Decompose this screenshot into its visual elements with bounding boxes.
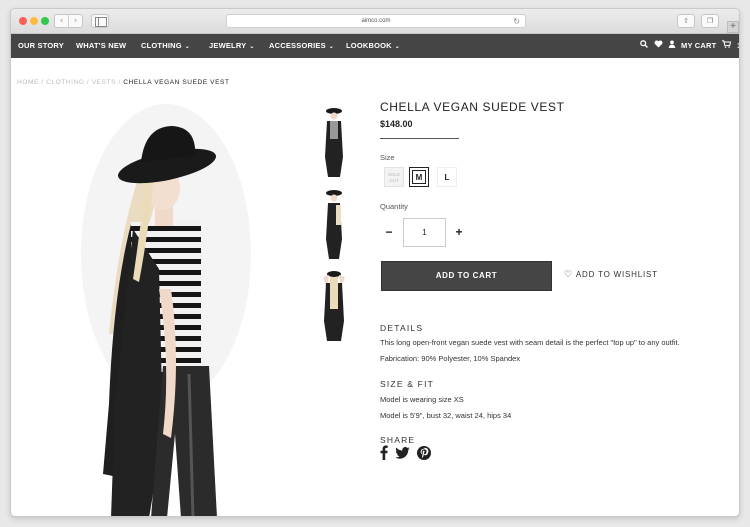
reload-icon[interactable]: ↻ xyxy=(513,16,520,28)
add-to-cart-button[interactable]: ADD TO CART xyxy=(381,261,552,291)
quantity-label: Quantity xyxy=(380,202,408,211)
history-nav: ‹ › xyxy=(54,14,83,28)
size-fit-model-measurements: Model is 5'9", bust 32, waist 24, hips 3… xyxy=(380,411,512,420)
breadcrumb-home[interactable]: HOME xyxy=(17,79,39,86)
tabs-overview-button[interactable]: ❐ xyxy=(701,14,719,28)
nav-our-story[interactable]: OUR STORY xyxy=(18,34,64,58)
close-window-button[interactable] xyxy=(19,17,27,25)
nav-label: ACCESSORIES xyxy=(269,41,326,50)
pinterest-icon[interactable] xyxy=(417,445,431,465)
nav-whats-new[interactable]: WHAT'S NEW xyxy=(76,34,126,58)
twitter-icon[interactable] xyxy=(395,446,410,464)
site-navbar: OUR STORY WHAT'S NEW CLOTHING ⌄ JEWELRY ⌄ … xyxy=(11,34,739,58)
nav-lookbook[interactable]: LOOKBOOK ⌄ xyxy=(346,34,400,58)
nav-clothing[interactable]: CLOTHING ⌄ xyxy=(141,34,190,58)
product-main-image[interactable] xyxy=(71,104,271,517)
nav-jewelry[interactable]: JEWELRY ⌄ xyxy=(209,34,255,58)
product-price: $148.00 xyxy=(380,119,413,129)
add-to-wishlist-link[interactable]: ♡ ADD TO WISHLIST xyxy=(564,270,658,280)
nav-label: CLOTHING xyxy=(141,41,182,50)
size-option-l[interactable]: L xyxy=(437,167,457,187)
sidebar-toggle-button[interactable] xyxy=(91,14,109,28)
forward-icon[interactable]: › xyxy=(68,15,82,27)
product-title: CHELLA VEGAN SUEDE VEST xyxy=(380,100,565,114)
facebook-icon[interactable] xyxy=(380,445,388,465)
product-thumbnail-1[interactable] xyxy=(320,105,348,177)
nav-label: LOOKBOOK xyxy=(346,41,392,50)
chevron-down-icon: ⌄ xyxy=(394,44,400,50)
breadcrumb-current: CHELLA VEGAN SUEDE VEST xyxy=(123,79,230,86)
chevron-down-icon: ⌄ xyxy=(184,44,190,50)
nav-label: WHAT'S NEW xyxy=(76,41,127,50)
size-option-sold-out: SOLD OUT xyxy=(384,167,404,187)
size-option-m[interactable]: M xyxy=(409,167,429,187)
share-icons xyxy=(380,445,431,465)
nav-accessories[interactable]: ACCESSORIES ⌄ xyxy=(269,34,334,58)
quantity-input[interactable]: 1 xyxy=(403,218,446,247)
breadcrumb: HOME / CLOTHING / VESTS / CHELLA VEGAN S… xyxy=(17,79,230,86)
address-url: aimco.com xyxy=(361,18,391,24)
chevron-down-icon: ⌄ xyxy=(249,44,255,50)
share-page-button[interactable]: ⇧ xyxy=(677,14,695,28)
breadcrumb-separator: / xyxy=(86,79,90,86)
cart-count: 1 xyxy=(737,41,739,50)
nav-label: OUR STORY xyxy=(18,41,64,50)
cart-icon xyxy=(721,40,733,50)
details-fabrication: Fabrication: 90% Polyester, 10% Spandex xyxy=(380,354,521,363)
minimize-window-button[interactable] xyxy=(30,17,38,25)
divider xyxy=(380,138,459,139)
heart-outline-icon: ♡ xyxy=(564,270,573,280)
share-heading: SHARE xyxy=(380,435,416,445)
back-icon[interactable]: ‹ xyxy=(55,15,68,27)
size-fit-heading: SIZE & FIT xyxy=(380,379,435,389)
breadcrumb-clothing[interactable]: CLOTHING xyxy=(46,79,84,86)
browser-toolbar: ‹ › aimco.com ↻ ⇧ ❐ + xyxy=(11,9,739,34)
product-thumbnail-3[interactable] xyxy=(320,269,348,341)
zoom-window-button[interactable] xyxy=(41,17,49,25)
product-thumbnail-2[interactable] xyxy=(320,187,348,259)
size-fit-model-size: Model is wearing size XS xyxy=(380,395,464,404)
breadcrumb-vests[interactable]: VESTS xyxy=(92,79,116,86)
new-tab-button[interactable]: + xyxy=(727,21,739,33)
chevron-down-icon: ⌄ xyxy=(328,44,335,50)
wishlist-label: ADD TO WISHLIST xyxy=(575,270,658,279)
address-bar[interactable]: aimco.com ↻ xyxy=(226,14,526,28)
details-heading: DETAILS xyxy=(380,323,424,333)
wishlist-heart-icon[interactable] xyxy=(654,34,663,58)
search-icon[interactable] xyxy=(640,34,648,58)
breadcrumb-separator: / xyxy=(41,79,44,86)
quantity-increase-button[interactable]: + xyxy=(451,223,467,241)
details-description: This long open-front vegan suede vest wi… xyxy=(380,338,680,347)
size-label: Size xyxy=(380,153,395,162)
account-icon[interactable] xyxy=(668,34,676,58)
nav-label: JEWELRY xyxy=(209,41,247,50)
cart-label: MY CART xyxy=(681,41,717,50)
size-option-label: M xyxy=(412,170,426,184)
browser-window: ‹ › aimco.com ↻ ⇧ ❐ + OUR STORY WHAT'S N… xyxy=(10,8,740,517)
breadcrumb-separator: / xyxy=(118,79,121,86)
my-cart-link[interactable]: MY CART 1 xyxy=(681,34,739,58)
quantity-decrease-button[interactable]: − xyxy=(381,223,397,241)
